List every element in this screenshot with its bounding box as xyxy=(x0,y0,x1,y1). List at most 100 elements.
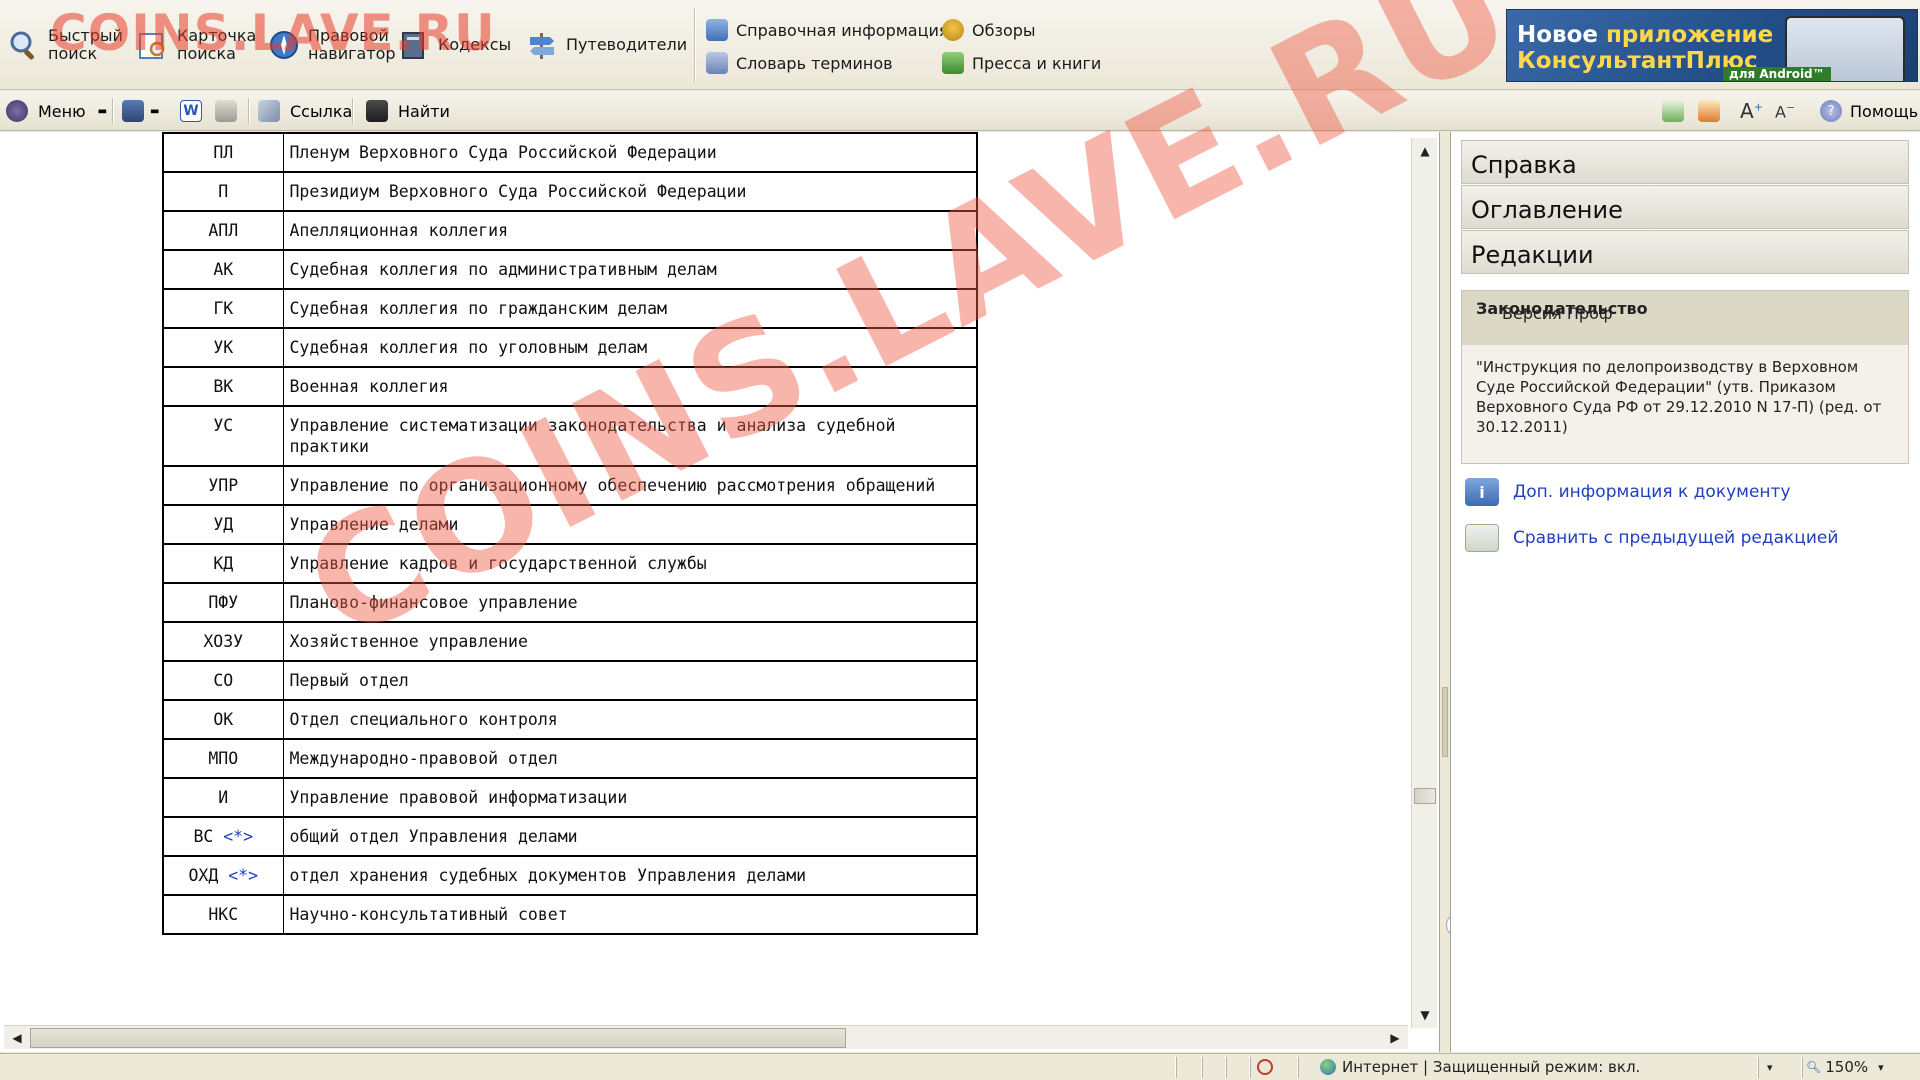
department-name: отдел хранения судебных документов Управ… xyxy=(289,866,807,885)
save-button[interactable]: ▬ xyxy=(122,99,159,123)
save-dropdown-icon: ▬ xyxy=(150,105,160,117)
help-button[interactable]: ? Помощь xyxy=(1820,99,1918,123)
link-button[interactable]: Ссылка xyxy=(258,99,352,123)
department-code-cell: ПФУ xyxy=(162,582,284,623)
department-name: общий отдел Управления делами xyxy=(289,827,578,846)
table-row: УПР Управление по организационному обеспе… xyxy=(162,465,978,506)
department-name-cell: отдел хранения судебных документов Управ… xyxy=(283,855,978,896)
tab-editions[interactable]: Редакции xyxy=(1461,230,1909,274)
department-name-cell: Президиум Верховного Суда Российской Фед… xyxy=(283,171,978,212)
search-card-label: Карточка поиска xyxy=(177,26,257,63)
department-name: Апелляционная коллегия xyxy=(289,221,509,240)
export-word-button[interactable]: W xyxy=(180,99,202,123)
compare-documents-icon xyxy=(1465,524,1499,552)
table-body: ПЛ Пленум Верховного Суда Российской Феде… xyxy=(162,132,978,935)
department-code-cell: П xyxy=(162,171,284,212)
department-code: ПФУ xyxy=(208,593,239,612)
department-name: Военная коллегия xyxy=(289,377,449,396)
department-name: Управление систематизации законодательст… xyxy=(289,416,896,456)
department-name-cell: Планово-финансовое управление xyxy=(283,582,978,623)
reviews-label: Обзоры xyxy=(972,20,1036,40)
press-books-icon xyxy=(942,52,964,74)
department-code-cell: УПР xyxy=(162,465,284,506)
scroll-down-arrow[interactable]: ▼ xyxy=(1414,1004,1436,1026)
table-row: ВК Военная коллегия xyxy=(162,366,978,407)
menu-button[interactable]: Меню ▬ xyxy=(6,99,107,123)
search-card-button[interactable]: Карточка поиска xyxy=(137,20,256,70)
panel-splitter[interactable] xyxy=(1441,132,1449,1052)
department-code-cell: ВК xyxy=(162,366,284,407)
paperclip-icon xyxy=(258,100,280,122)
security-zone[interactable]: Интернет | Защищенный режим: вкл. xyxy=(1320,1058,1640,1076)
font-increase-button[interactable]: A+ xyxy=(1740,99,1763,123)
department-code: УК xyxy=(213,338,234,357)
horizontal-scroll-thumb[interactable] xyxy=(30,1028,846,1048)
document-view[interactable]: ПЛ Пленум Верховного Суда Российской Феде… xyxy=(0,132,1440,1052)
department-name-cell: общий отдел Управления делами xyxy=(283,816,978,857)
tab-reference[interactable]: Справка xyxy=(1461,140,1909,184)
department-name: Управление кадров и государственной служ… xyxy=(289,554,707,573)
department-code-cell: ХОЗУ xyxy=(162,621,284,662)
department-name: Судебная коллегия по административным де… xyxy=(289,260,717,279)
department-code: И xyxy=(218,788,229,807)
scroll-left-arrow[interactable]: ◀ xyxy=(6,1027,28,1049)
print-button[interactable] xyxy=(215,99,237,123)
table-row: П Президиум Верховного Суда Российской Фе… xyxy=(162,171,978,212)
splitter-grip[interactable] xyxy=(1442,687,1448,757)
horizontal-scrollbar[interactable]: ◀ ▶ xyxy=(4,1025,1408,1049)
department-code: ХОЗУ xyxy=(203,632,244,651)
footnote-reference-link[interactable]: <*> xyxy=(228,866,258,885)
glossary-label: Словарь терминов xyxy=(736,53,893,73)
department-name: Управление по организационному обеспечен… xyxy=(289,476,936,495)
department-code: КД xyxy=(213,554,234,573)
quick-search-button[interactable]: Быстрый поиск xyxy=(8,20,123,70)
department-code-cell: ОХД <*> xyxy=(162,855,284,896)
vertical-scrollbar[interactable]: ▲ ▼ xyxy=(1411,138,1437,1028)
ad-line-2: КонсультантПлюс xyxy=(1517,48,1758,74)
font-decrease-button[interactable]: A− xyxy=(1775,99,1795,123)
binoculars-icon xyxy=(366,100,388,122)
tab-contents[interactable]: Оглавление xyxy=(1461,185,1909,229)
compare-editions-link[interactable]: Сравнить с предыдущей редакцией xyxy=(1465,524,1838,552)
menu-label: Меню xyxy=(38,101,86,121)
department-name-cell: Управление систематизации законодательст… xyxy=(283,405,978,467)
department-name: Управление делами xyxy=(289,515,459,534)
add-bookmark-button[interactable] xyxy=(1662,99,1684,123)
toolbar-separator xyxy=(694,8,695,82)
remove-bookmark-button[interactable] xyxy=(1698,99,1720,123)
more-info-link[interactable]: i Доп. информация к документу xyxy=(1465,478,1791,506)
reference-info-button[interactable]: Справочная информация xyxy=(706,18,949,42)
status-cell[interactable]: ▾ xyxy=(1758,1057,1802,1078)
department-name-cell: Научно-консультативный совет xyxy=(283,894,978,935)
vertical-scroll-thumb[interactable] xyxy=(1414,788,1436,804)
department-name-cell: Хозяйственное управление xyxy=(283,621,978,662)
toolbar-separator xyxy=(248,98,249,124)
table-row: АК Судебная коллегия по административным … xyxy=(162,249,978,290)
status-cell xyxy=(1202,1057,1226,1078)
printer-icon xyxy=(215,100,237,122)
table-row: ОХД <*> отдел хранения судебных документо… xyxy=(162,855,978,896)
department-code: АК xyxy=(213,260,234,279)
department-name: Хозяйственное управление xyxy=(289,632,528,651)
scroll-up-arrow[interactable]: ▲ xyxy=(1414,140,1436,162)
legal-navigator-button[interactable]: Правовой навигатор xyxy=(268,20,396,70)
document-toolbar: Меню ▬ ▬ W Ссылка Найти A+ A− ? Помощь xyxy=(0,91,1920,131)
reviews-button[interactable]: Обзоры xyxy=(942,18,1036,42)
codes-button[interactable]: Кодексы xyxy=(398,20,511,70)
table-row: УД Управление делами xyxy=(162,504,978,545)
right-panel: Справка Оглавление Редакции Законодатель… xyxy=(1450,132,1920,1052)
protected-mode-icon: ▾ xyxy=(1767,1061,1773,1074)
footnote-reference-link[interactable]: <*> xyxy=(223,827,253,846)
scroll-right-arrow[interactable]: ▶ xyxy=(1384,1027,1406,1049)
department-name: Президиум Верховного Суда Российской Фед… xyxy=(289,182,747,201)
reviews-icon xyxy=(942,19,964,41)
android-app-ad-banner[interactable]: Новое приложение КонсультантПлюс для And… xyxy=(1506,9,1918,82)
find-button[interactable]: Найти xyxy=(366,99,450,123)
glossary-button[interactable]: Словарь терминов xyxy=(706,51,893,75)
zoom-control[interactable]: 🔍︎ 150% ▾ xyxy=(1806,1058,1884,1076)
guides-button[interactable]: Путеводители xyxy=(526,20,687,70)
press-books-button[interactable]: Пресса и книги xyxy=(942,51,1101,75)
ad-line-3: для Android™ xyxy=(1723,67,1831,81)
table-row: ПФУ Планово-финансовое управление xyxy=(162,582,978,623)
reference-info-icon xyxy=(706,19,728,41)
